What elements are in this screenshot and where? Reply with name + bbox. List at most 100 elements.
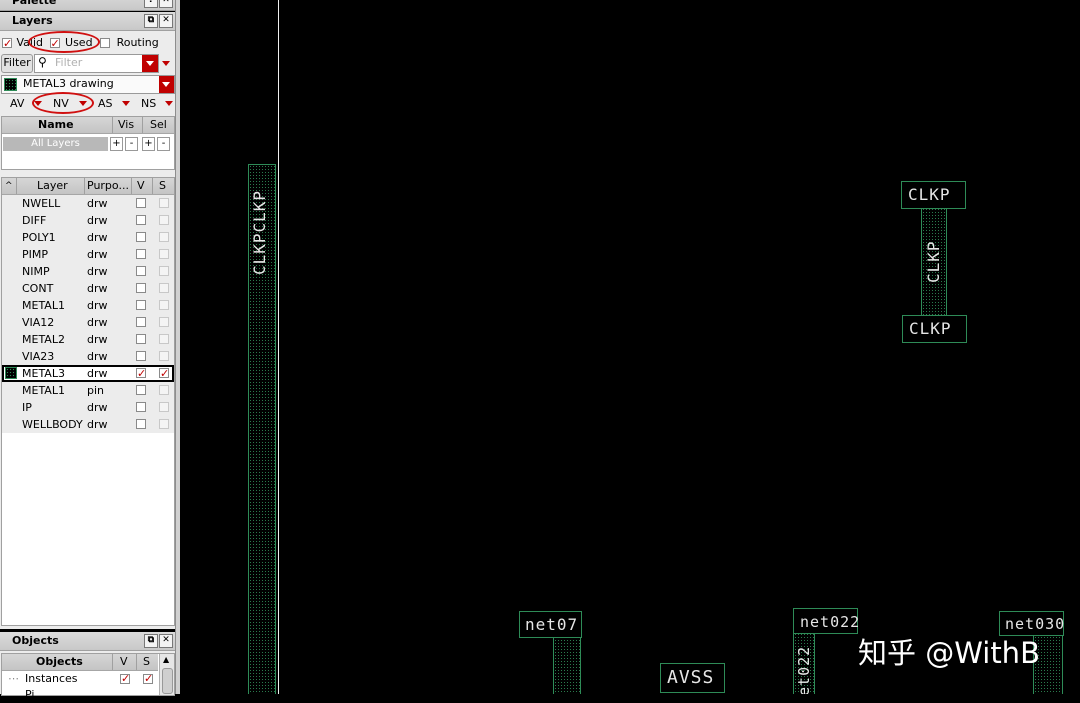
layer-visible-checkbox[interactable] (136, 351, 146, 361)
filter-options-icon[interactable] (162, 61, 170, 66)
sel-minus-button[interactable]: - (157, 137, 170, 151)
layer-visible-checkbox[interactable] (136, 215, 146, 225)
objects-scrollbar[interactable]: ▲ (159, 654, 174, 695)
scroll-up-icon[interactable]: ▲ (163, 655, 169, 664)
valid-checkbox[interactable] (2, 35, 12, 52)
layer-row[interactable]: IP drw (2, 399, 174, 416)
objects-table: Objects V S ⋯ Instances Pi... ▲ (1, 653, 175, 701)
layer-visible-checkbox[interactable] (136, 365, 146, 382)
layer-row[interactable]: VIA23 drw (2, 348, 174, 365)
layer-visible-checkbox[interactable] (136, 198, 146, 208)
layer-row[interactable]: METAL1 pin (2, 382, 174, 399)
float-icon[interactable]: ⧉ (144, 14, 158, 28)
boundary-line (278, 0, 279, 694)
filter-dropdown-button[interactable] (142, 55, 158, 72)
layer-purpose: drw (87, 282, 108, 295)
objects-row-label: Pi... (25, 688, 45, 701)
layout-canvas[interactable]: CLKPCLKP CLKP CLKP CLKP net07 AVSS net02… (180, 0, 1080, 694)
layer-name: DIFF (22, 214, 47, 227)
as-dropdown-icon[interactable] (122, 101, 130, 106)
ns-dropdown-icon[interactable] (165, 101, 173, 106)
layers-table-header: ^ Layer Purpo... V S (2, 178, 174, 195)
layer-row[interactable]: NWELL drw (2, 195, 174, 212)
help-icon[interactable]: ? (144, 0, 158, 8)
objects-row-pins[interactable]: Pi... (2, 687, 158, 703)
objects-s-header[interactable]: S (143, 654, 150, 670)
layer-name: POLY1 (22, 231, 56, 244)
layer-name: METAL2 (22, 333, 65, 346)
objects-column-header[interactable]: Objects (36, 654, 83, 670)
layer-row[interactable]: VIA12 drw (2, 314, 174, 331)
layer-row[interactable]: METAL2 drw (2, 331, 174, 348)
layer-visible-checkbox[interactable] (136, 334, 146, 344)
layer-row[interactable]: METAL1 drw (2, 297, 174, 314)
layer-selectable-checkbox[interactable] (159, 283, 169, 293)
all-layers-item[interactable]: All Layers (3, 137, 108, 151)
instances-s-checkbox[interactable] (143, 671, 153, 687)
layer-selectable-checkbox[interactable] (159, 334, 169, 344)
sel-plus-button[interactable]: + (142, 137, 155, 151)
layer-visible-checkbox[interactable] (136, 419, 146, 429)
purpose-column-header[interactable]: Purpo... (87, 178, 129, 194)
layer-selectable-checkbox[interactable] (159, 419, 169, 429)
vis-plus-button[interactable]: + (110, 137, 123, 151)
layer-selectable-checkbox[interactable] (159, 317, 169, 327)
vis-column-header[interactable]: Vis (118, 117, 134, 133)
layer-visible-checkbox[interactable] (136, 266, 146, 276)
close-icon[interactable]: ✕ (159, 0, 173, 8)
layer-name: METAL1 (22, 299, 65, 312)
name-column-header[interactable]: Name (38, 117, 74, 133)
ns-button[interactable]: NS (141, 95, 156, 112)
current-layer-select[interactable]: METAL3 drawing (1, 75, 175, 94)
objects-row-instances[interactable]: ⋯ Instances (2, 671, 158, 687)
layer-name: CONT (22, 282, 54, 295)
layer-dropdown-button[interactable] (159, 76, 174, 93)
layer-row[interactable]: NIMP drw (2, 263, 174, 280)
layer-visible-checkbox[interactable] (136, 300, 146, 310)
routing-checkbox[interactable] (100, 38, 111, 48)
layer-visible-checkbox[interactable] (136, 283, 146, 293)
layer-name: VIA12 (22, 316, 55, 329)
vis-minus-button[interactable]: - (125, 137, 138, 151)
layer-row[interactable]: METAL3 drw (2, 365, 174, 382)
layer-row[interactable]: POLY1 drw (2, 229, 174, 246)
layer-selectable-checkbox[interactable] (159, 215, 169, 225)
watermark-text: 知乎 @WithB (858, 636, 1040, 670)
s-column-header[interactable]: S (159, 178, 166, 194)
layer-selectable-checkbox[interactable] (159, 365, 169, 382)
layer-visible-checkbox[interactable] (136, 249, 146, 259)
scroll-thumb[interactable] (162, 668, 173, 694)
filter-button[interactable]: Filter (1, 54, 33, 73)
v-column-header[interactable]: V (137, 178, 145, 194)
layer-purpose: drw (87, 299, 108, 312)
layer-row[interactable]: CONT drw (2, 280, 174, 297)
layer-selectable-checkbox[interactable] (159, 249, 169, 259)
layer-column-header[interactable]: Layer (37, 178, 68, 194)
layer-row[interactable]: DIFF drw (2, 212, 174, 229)
sel-column-header[interactable]: Sel (150, 117, 167, 133)
layer-selectable-checkbox[interactable] (159, 266, 169, 276)
layer-selectable-checkbox[interactable] (159, 351, 169, 361)
net07-wire[interactable] (553, 635, 581, 694)
layer-visible-checkbox[interactable] (136, 385, 146, 395)
av-button[interactable]: AV (10, 95, 24, 112)
filter-input[interactable]: ⚲ Filter (34, 54, 159, 73)
objects-v-header[interactable]: V (120, 654, 128, 670)
layer-row[interactable]: PIMP drw (2, 246, 174, 263)
close-icon[interactable]: ✕ (159, 14, 173, 28)
layer-selectable-checkbox[interactable] (159, 198, 169, 208)
sort-icon[interactable]: ^ (5, 178, 13, 194)
layer-visible-checkbox[interactable] (136, 232, 146, 242)
layer-row[interactable]: WELLBODY drw (2, 416, 174, 433)
as-button[interactable]: AS (98, 95, 113, 112)
layer-visible-checkbox[interactable] (136, 402, 146, 412)
instances-v-checkbox[interactable] (120, 671, 130, 687)
close-icon[interactable]: ✕ (159, 634, 173, 648)
layer-name: WELLBODY (22, 418, 83, 431)
float-icon[interactable]: ⧉ (144, 634, 158, 648)
layer-visible-checkbox[interactable] (136, 317, 146, 327)
layer-selectable-checkbox[interactable] (159, 300, 169, 310)
layer-selectable-checkbox[interactable] (159, 402, 169, 412)
layer-selectable-checkbox[interactable] (159, 232, 169, 242)
layer-selectable-checkbox[interactable] (159, 385, 169, 395)
